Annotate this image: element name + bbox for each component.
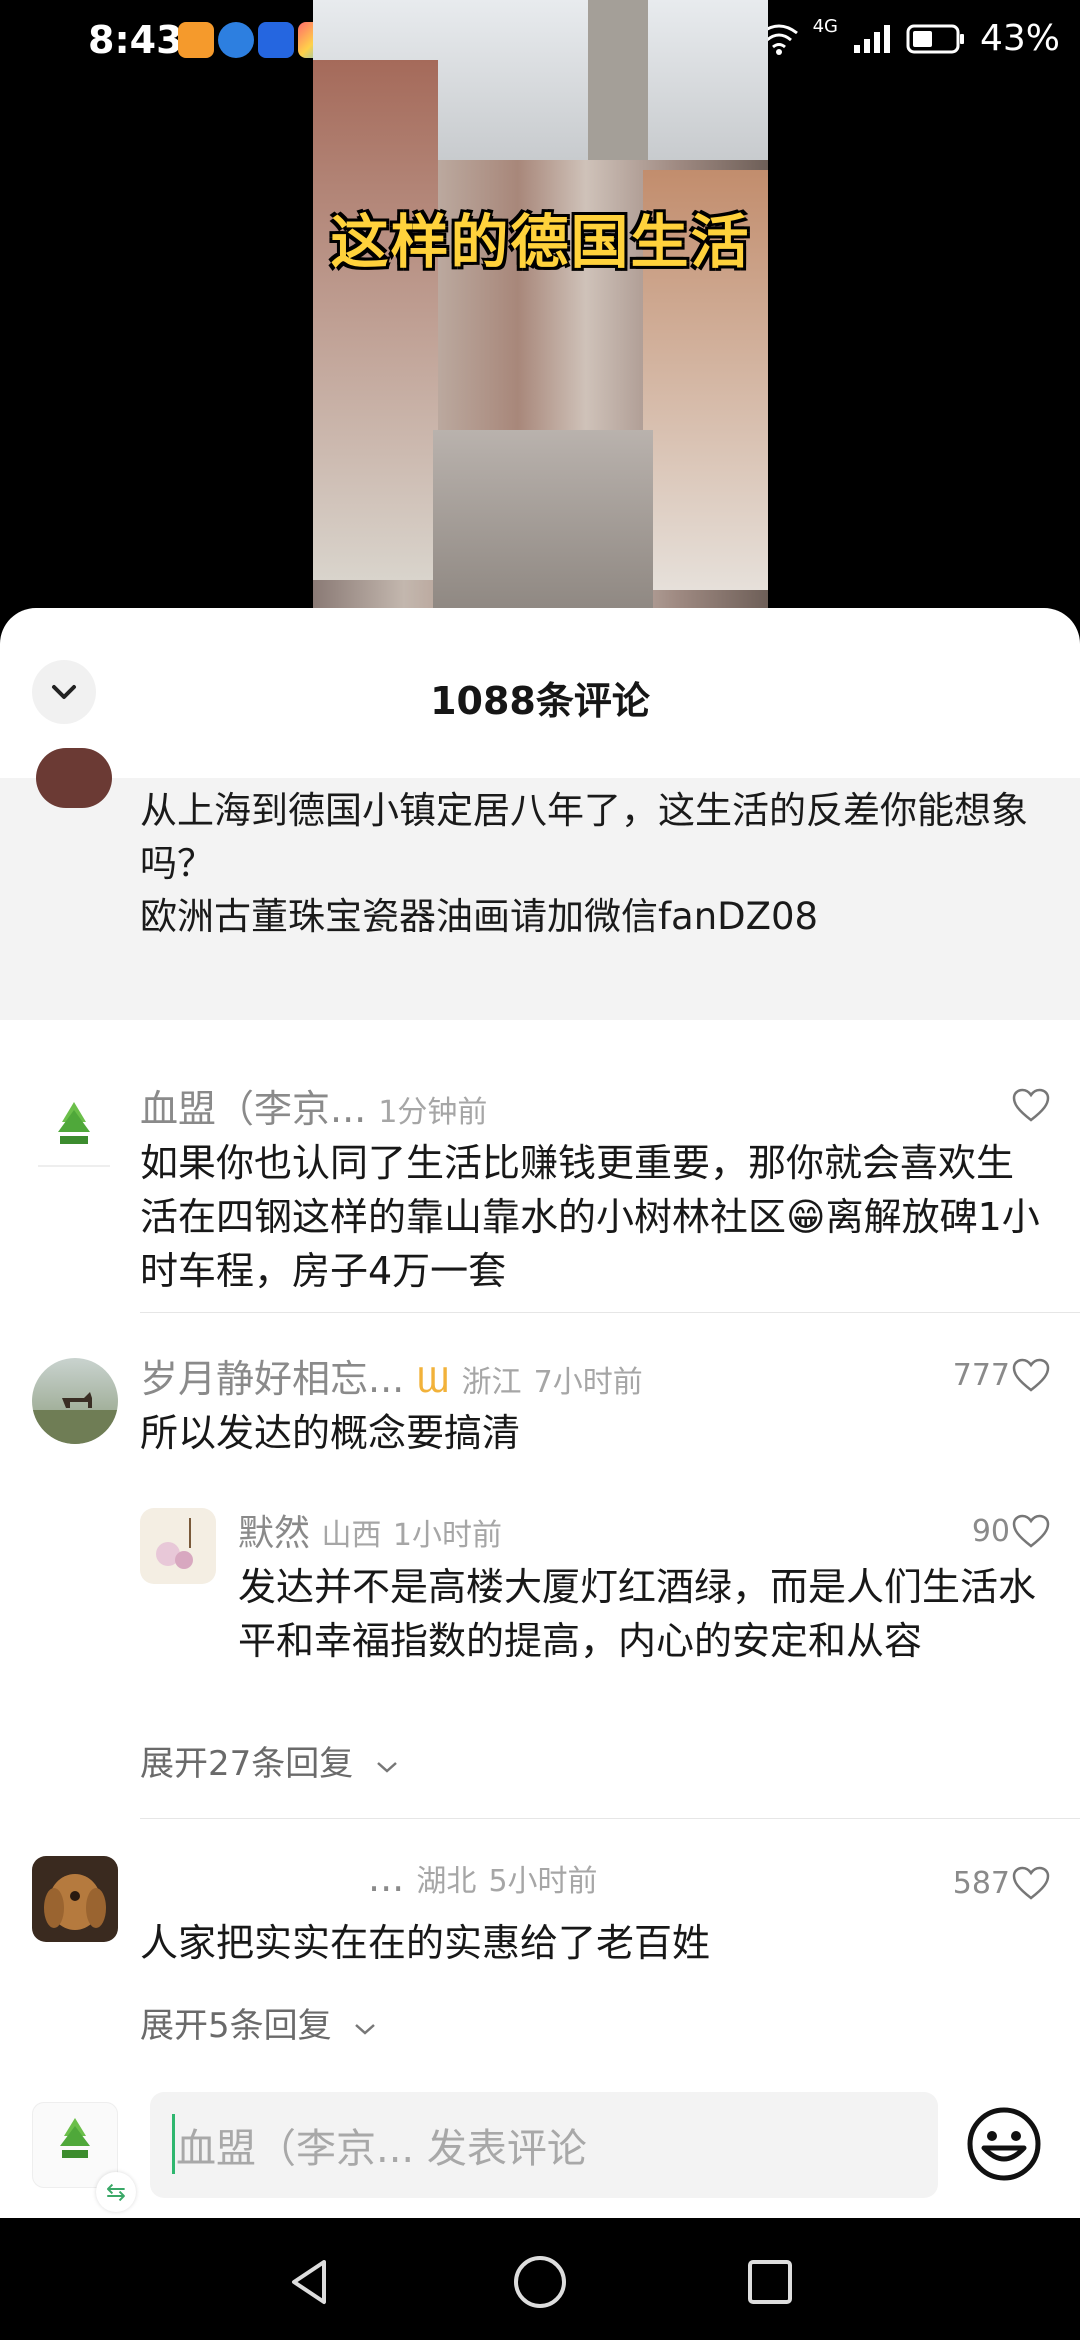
comment-input-bar: ⇆ 血盟（李京... 发表评论 — [0, 2068, 1080, 2218]
comment-author[interactable]: ... — [368, 1856, 404, 1900]
signal-icon — [853, 24, 890, 53]
comment-author[interactable]: 岁月静好相忘... — [140, 1357, 404, 1401]
comments-count-title: 1088条评论 — [430, 679, 650, 723]
expand-replies-label: 展开5条回复 — [140, 2006, 332, 2046]
system-nav-bar — [0, 2218, 1080, 2340]
chevron-down-icon — [355, 2024, 376, 2035]
battery-icon — [906, 24, 964, 53]
switch-account-icon[interactable]: ⇆ — [96, 2172, 136, 2212]
comment-author-row: ... 湖北 5小时前 — [368, 1856, 598, 1900]
comment-input[interactable]: 血盟（李京... 发表评论 — [150, 2092, 938, 2198]
like-count: 587 — [952, 1866, 1010, 1901]
like-heart-icon[interactable] — [1012, 1358, 1050, 1394]
back-nav-icon[interactable] — [284, 2256, 336, 2308]
video-frame-tower — [588, 0, 648, 160]
comment-location: 浙江 — [461, 1365, 522, 1400]
video-app-icon — [178, 22, 214, 58]
avatar[interactable] — [32, 1358, 118, 1444]
like-heart-icon[interactable] — [1012, 1514, 1050, 1550]
avatar[interactable] — [32, 1856, 118, 1942]
comment-text: 人家把实实在在的实惠给了老百姓 — [140, 1921, 711, 1965]
recents-nav-icon[interactable] — [744, 2256, 796, 2308]
video-player[interactable]: 这样的德国生活 — [313, 0, 768, 615]
expand-replies-button[interactable]: 展开27条回复 — [140, 1736, 400, 1785]
comment-author-row: 岁月静好相忘... Ɯ 浙江 7小时前 — [140, 1348, 643, 1403]
avatar[interactable] — [32, 1088, 116, 1172]
avatar[interactable] — [140, 1508, 216, 1584]
flower-art-icon — [156, 1518, 193, 1569]
reply-author-row: 默然 山西 1小时前 — [238, 1504, 502, 1556]
text-caret — [172, 2114, 175, 2174]
horse-photo-icon — [32, 1392, 118, 1444]
reply-time: 1小时前 — [392, 1518, 503, 1553]
video-frame-building-left — [313, 60, 438, 580]
dog-photo-icon — [44, 1874, 106, 1930]
comment-author-row: 血盟（李京... 1分钟前 — [140, 1078, 487, 1133]
comment-item[interactable]: 岁月静好相忘... Ɯ 浙江 7小时前 777 所以发达的概念要搞清 默然 山西… — [0, 1348, 1080, 1788]
expand-replies-label: 展开27条回复 — [140, 1744, 354, 1784]
battery-percent: 43% — [979, 18, 1060, 59]
comments-sheet: 1088条评论 从上海到德国小镇定居八年了，这生活的反差你能想象吗？ 欧洲古董珠… — [0, 608, 1080, 2218]
comment-time: 1分钟前 — [378, 1095, 488, 1130]
pinned-comment[interactable]: 从上海到德国小镇定居八年了，这生活的反差你能想象吗？ 欧洲古董珠宝瓷器油画请加微… — [0, 748, 1080, 1020]
browser-app-icon — [218, 22, 254, 58]
reply-author[interactable]: 默然 — [238, 1513, 310, 1554]
reply-location: 山西 — [321, 1518, 382, 1553]
video-frame-street — [433, 430, 653, 615]
chevron-down-icon — [377, 1762, 397, 1773]
like-heart-icon[interactable] — [1012, 1866, 1050, 1902]
divider — [140, 1818, 1080, 1819]
network-type: 4G — [812, 16, 838, 37]
comment-item[interactable]: 血盟（李京... 1分钟前 如果你也认同了生活比赚钱更重要，那你就会喜欢生活在四… — [0, 1070, 1080, 1293]
like-heart-icon[interactable] — [1012, 1088, 1050, 1124]
reply-like-count: 90 — [971, 1514, 1010, 1549]
reply-text: 发达并不是高楼大厦灯红酒绿，而是人们生活水平和幸福指数的提高，内心的安定和从容 — [238, 1565, 1037, 1663]
comment-author[interactable]: 血盟（李京... — [140, 1087, 366, 1131]
user-badge-icon: Ɯ — [416, 1361, 450, 1401]
home-nav-icon[interactable] — [512, 2254, 568, 2310]
status-time: 8:43 — [88, 18, 183, 62]
expand-replies-button[interactable]: 展开5条回复 — [140, 1998, 378, 2047]
logo-icon — [38, 1102, 110, 1167]
divider — [140, 1312, 1080, 1313]
comment-text: 如果你也认同了生活比赚钱更重要，那你就会喜欢生活在四钢这样的靠山靠水的小树林社区… — [140, 1141, 1040, 1293]
comment-input-placeholder: 血盟（李京... 发表评论 — [176, 2126, 587, 2172]
like-count: 777 — [952, 1358, 1010, 1393]
comment-location: 湖北 — [416, 1864, 477, 1899]
comment-time: 5小时前 — [488, 1864, 598, 1899]
emoji-icon[interactable] — [966, 2106, 1042, 2182]
pinned-comment-text: 从上海到德国小镇定居八年了，这生活的反差你能想象吗？ 欧洲古董珠宝瓷器油画请加微… — [140, 789, 1028, 938]
comment-time: 7小时前 — [533, 1365, 643, 1400]
sheet-header: 1088条评论 — [0, 608, 1080, 778]
video-title-overlay: 这样的德国生活 — [330, 208, 751, 276]
idea-app-icon — [258, 22, 294, 58]
comment-text: 所以发达的概念要搞清 — [140, 1411, 521, 1455]
avatar[interactable] — [36, 748, 112, 808]
